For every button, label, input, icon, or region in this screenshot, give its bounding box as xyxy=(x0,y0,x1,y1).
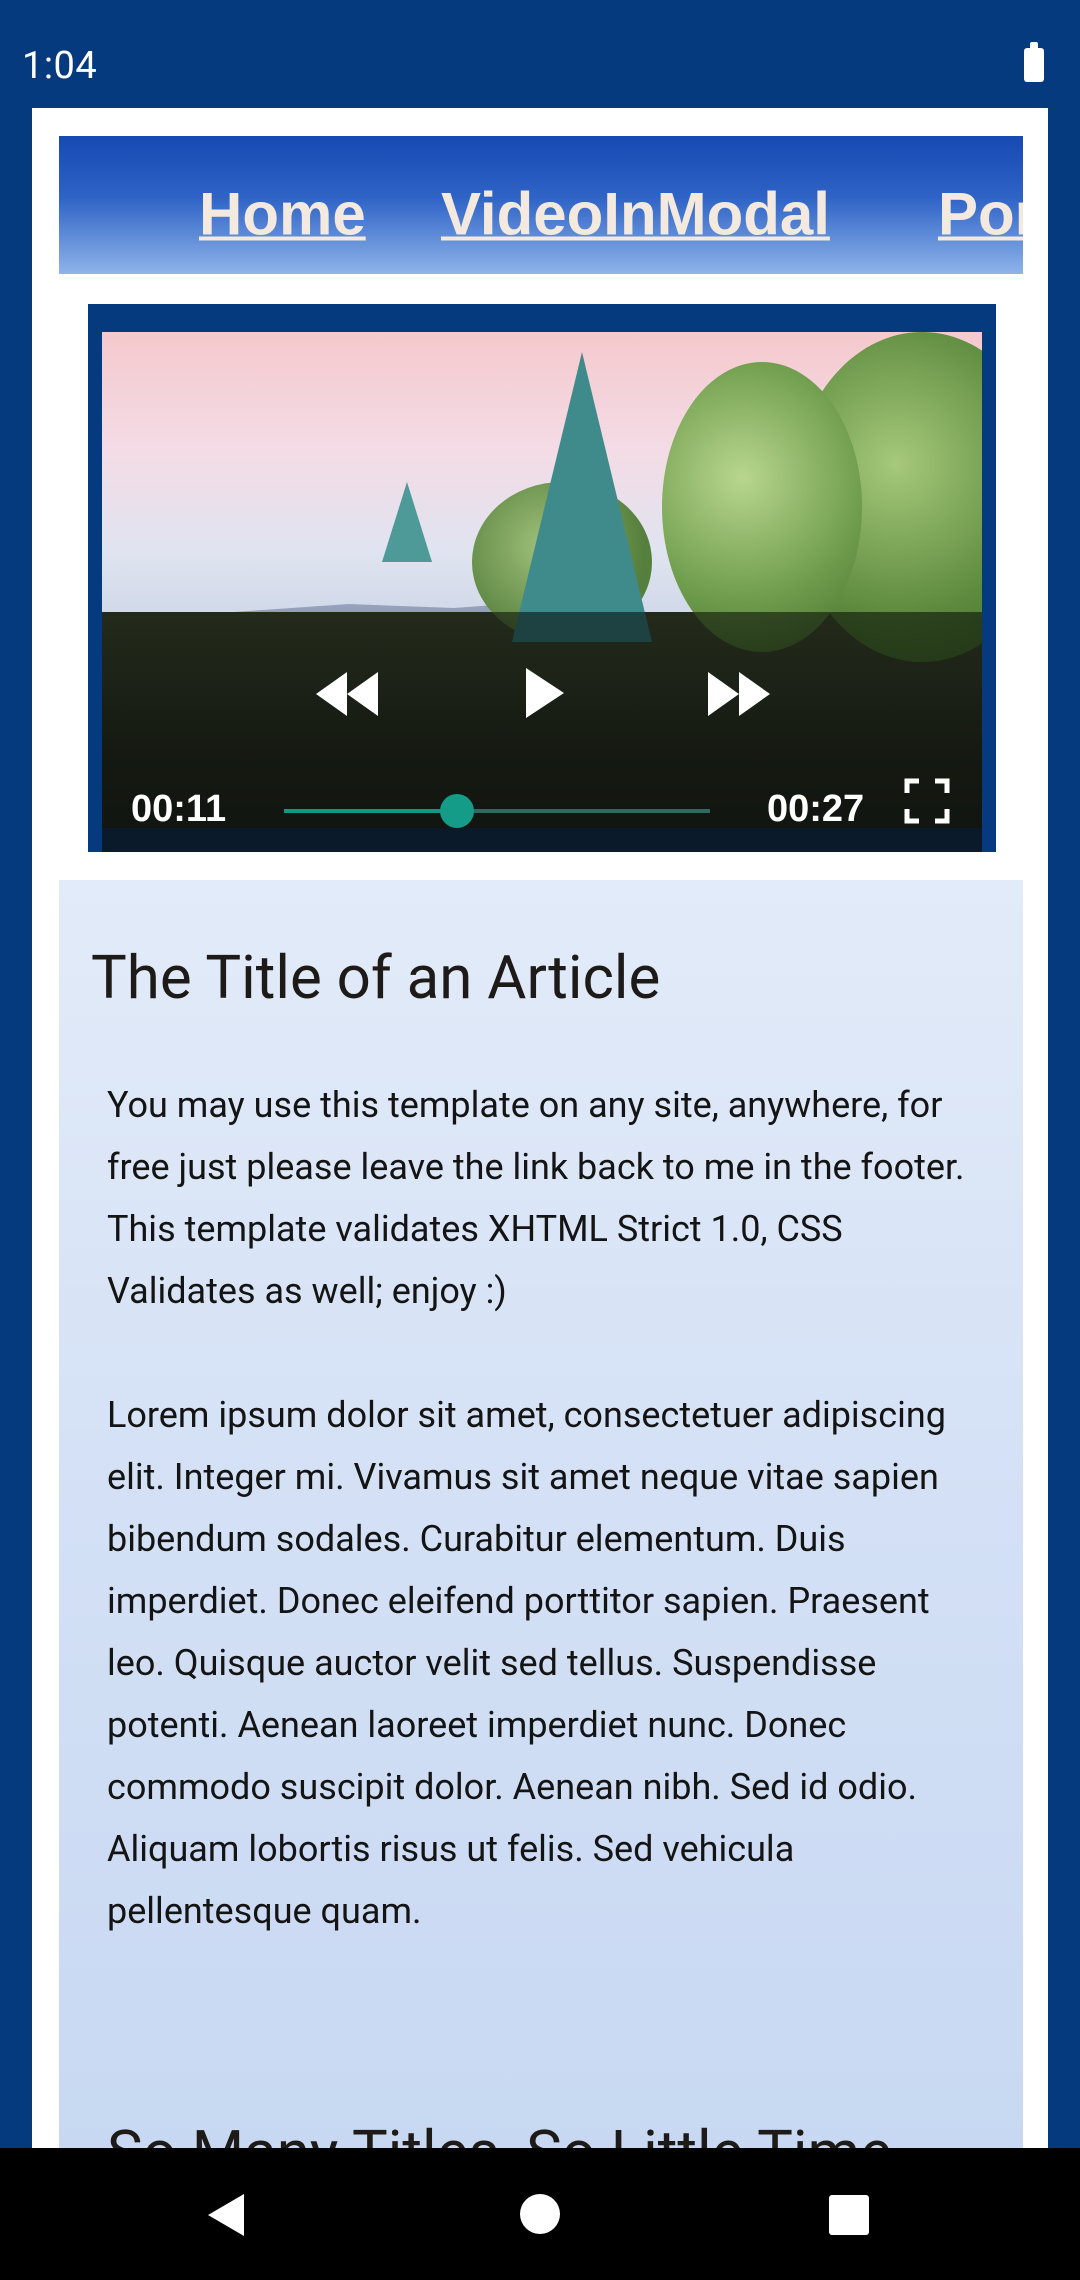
video-tree xyxy=(512,352,652,642)
progress-bar[interactable] xyxy=(284,794,710,828)
video-controls: 00:11 00:27 xyxy=(102,612,982,852)
battery-full-icon xyxy=(1024,42,1044,82)
recents-icon[interactable] xyxy=(828,2194,870,2236)
status-bar: 1:04 xyxy=(0,0,1080,108)
video-frame: 00:11 00:27 xyxy=(88,304,996,852)
nav-link-portfolio[interactable]: Portfolio xyxy=(938,180,1023,249)
video-player[interactable]: 00:11 00:27 xyxy=(102,332,982,852)
duration: 00:27 xyxy=(767,788,865,830)
article-paragraph: You may use this template on any site, a… xyxy=(107,1084,965,1312)
video-tree xyxy=(382,482,432,562)
article-subtitle: So Many Titles, So Little Time xyxy=(107,2117,892,2148)
home-icon[interactable] xyxy=(518,2192,562,2236)
top-nav: Home VideoInModal Portfolio xyxy=(59,136,1023,274)
back-icon[interactable] xyxy=(204,2192,248,2238)
video-bottom-bar xyxy=(102,828,982,852)
article-paragraph: Lorem ipsum dolor sit amet, consectetuer… xyxy=(107,1394,946,1932)
nav-link-home[interactable]: Home xyxy=(199,180,366,249)
play-icon[interactable] xyxy=(522,664,568,722)
fast-forward-icon[interactable] xyxy=(704,668,774,720)
progress-thumb[interactable] xyxy=(440,794,475,828)
status-time: 1:04 xyxy=(22,44,98,88)
article-title: The Title of an Article xyxy=(91,942,661,1013)
current-time: 00:11 xyxy=(131,788,227,830)
system-nav-bar xyxy=(0,2148,1080,2280)
rewind-icon[interactable] xyxy=(312,668,382,720)
nav-link-videoinmodal[interactable]: VideoInModal xyxy=(441,180,830,249)
article-content: The Title of an Article You may use this… xyxy=(59,880,1023,2148)
web-page: Home VideoInModal Portfolio xyxy=(32,108,1048,2148)
video-bush xyxy=(662,362,862,652)
fullscreen-icon[interactable] xyxy=(904,778,950,824)
progress-fill xyxy=(284,809,458,813)
